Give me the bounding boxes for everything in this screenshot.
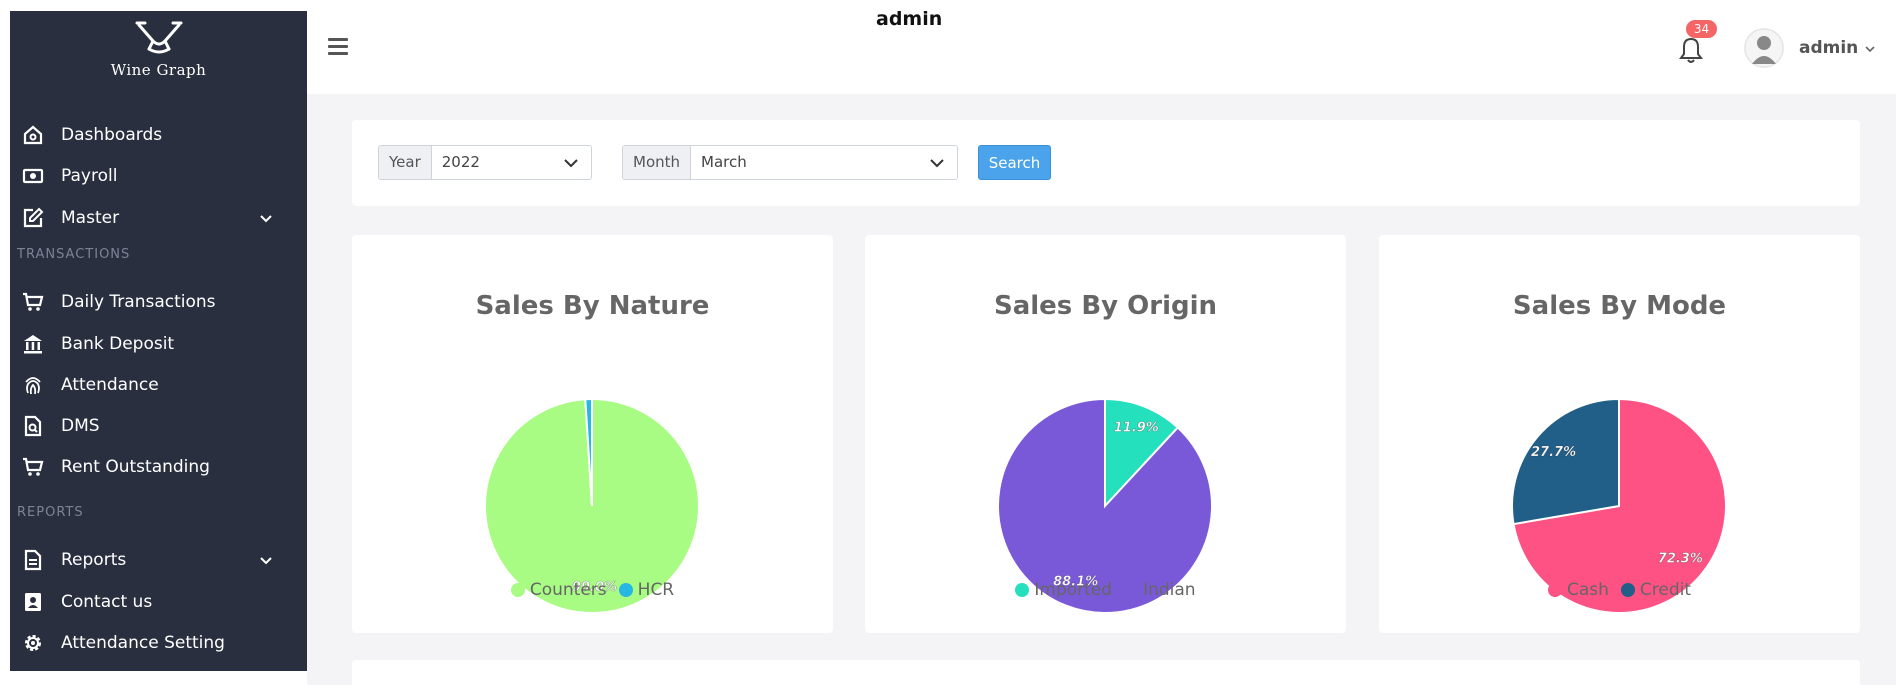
chart-card-nature: Sales By Nature 99.0% Counters HCR	[352, 235, 833, 633]
legend-label: Cash	[1566, 580, 1609, 600]
notification-badge: 34	[1686, 20, 1717, 38]
chart-legend: Counters HCR	[352, 580, 833, 600]
legend-item-imported[interactable]: Imported	[1015, 580, 1112, 600]
app-name: Wine Graph	[110, 61, 207, 79]
legend-swatch	[1015, 583, 1030, 597]
year-value[interactable]: 2022	[431, 146, 591, 179]
sidebar-item-attendance-setting[interactable]: Attendance Setting	[10, 626, 307, 660]
pie-value-label: 27.7%	[1531, 445, 1576, 460]
sidebar-item-label: DMS	[61, 416, 100, 436]
pie-chart: 11.9%88.1%	[997, 397, 1213, 614]
page-title: admin	[876, 8, 943, 30]
legend-swatch	[510, 583, 525, 597]
pie-value-label: 72.3%	[1658, 552, 1703, 567]
main-content: Year 2022 Month March Search Sales By Na…	[307, 94, 1896, 690]
chevron-down-icon	[564, 159, 578, 168]
legend-item-counters[interactable]: Counters	[510, 580, 607, 600]
sidebar-item-label: Attendance	[61, 375, 159, 395]
month-label: Month	[623, 146, 692, 179]
contact-card-icon	[22, 591, 44, 613]
sidebar-item-label: Bank Deposit	[61, 334, 175, 354]
legend-label: Indian	[1143, 580, 1196, 600]
menu-toggle-icon[interactable]	[328, 38, 348, 58]
section-header-reports: REPORTS	[17, 505, 84, 520]
sidebar-item-reports[interactable]: Reports	[10, 543, 307, 577]
sidebar-item-bank-deposit[interactable]: Bank Deposit	[10, 327, 307, 361]
document-icon	[22, 549, 44, 571]
legend-swatch	[1620, 583, 1635, 597]
legend-label: HCR	[637, 580, 675, 600]
sidebar-item-attendance[interactable]: Attendance	[10, 368, 307, 402]
top-bar: admin 34 admin	[307, 0, 1896, 94]
sidebar-item-label: Attendance Setting	[61, 633, 225, 653]
sidebar-item-dms[interactable]: DMS	[10, 409, 307, 443]
year-label: Year	[379, 146, 432, 179]
sidebar-item-label: Dashboards	[61, 125, 163, 145]
pie-slice-credit[interactable]	[1511, 397, 1620, 526]
legend-item-credit[interactable]: Credit	[1620, 580, 1692, 600]
sidebar-item-label: Daily Transactions	[61, 292, 216, 312]
pie-chart: 99.0%	[484, 397, 700, 614]
chart-legend: Cash Credit	[1379, 580, 1860, 600]
edit-icon	[22, 207, 44, 229]
sidebar-item-label: Master	[61, 208, 120, 228]
sidebar-item-label: Payroll	[61, 166, 118, 186]
home-icon	[22, 124, 44, 146]
sidebar-item-daily-transactions[interactable]: Daily Transactions	[10, 285, 307, 319]
fingerprint-icon	[22, 374, 44, 396]
cart-icon	[22, 291, 44, 313]
app-logo[interactable]: Wine Graph	[10, 19, 307, 79]
next-card	[352, 660, 1860, 690]
pie-value-label: 11.9%	[1114, 420, 1159, 435]
month-select[interactable]: Month March	[622, 145, 958, 180]
chart-card-origin: Sales By Origin 11.9% 88.1% Imported India…	[865, 235, 1346, 633]
year-select[interactable]: Year 2022	[378, 145, 592, 180]
filter-card: Year 2022 Month March Search	[352, 120, 1860, 206]
sidebar-item-contact-us[interactable]: Contact us	[10, 585, 307, 619]
chevron-down-icon[interactable]	[258, 210, 274, 226]
section-header-transactions: TRANSACTIONS	[17, 247, 131, 262]
chevron-down-icon[interactable]	[258, 552, 274, 568]
chevron-down-icon	[930, 159, 944, 168]
sidebar-item-label: Reports	[61, 550, 127, 570]
legend-label: Credit	[1639, 580, 1692, 600]
sidebar-item-label: Rent Outstanding	[61, 457, 210, 477]
chevron-down-icon[interactable]	[1864, 43, 1876, 55]
sidebar-item-master[interactable]: Master	[10, 201, 307, 235]
pie-chart: 72.3% 27.7%	[1511, 397, 1727, 614]
month-selected-value: March	[701, 153, 747, 171]
wine-glasses-logo-icon	[135, 21, 182, 54]
chart-legend: Imported Indian	[865, 580, 1346, 600]
legend-label: Imported	[1034, 580, 1113, 600]
chart-card-mode: Sales By Mode 72.3% 27.7% Cash Credit	[1379, 235, 1860, 633]
sidebar-item-payroll[interactable]: Payroll	[10, 159, 307, 193]
year-selected-value: 2022	[441, 153, 480, 171]
legend-item-cash[interactable]: Cash	[1547, 580, 1609, 600]
avatar[interactable]	[1744, 28, 1784, 68]
bank-icon	[22, 333, 44, 355]
search-button[interactable]: Search	[978, 145, 1051, 180]
sidebar-item-rent-outstanding[interactable]: Rent Outstanding	[10, 450, 307, 484]
legend-swatch	[1547, 583, 1562, 597]
sidebar-item-dashboards[interactable]: Dashboards	[10, 118, 307, 152]
file-search-icon	[22, 415, 44, 437]
sidebar: Wine Graph Dashboards Payroll Master TRA…	[10, 11, 307, 671]
user-name[interactable]: admin	[1799, 38, 1858, 58]
month-value[interactable]: March	[691, 146, 957, 179]
legend-item-hcr[interactable]: HCR	[618, 580, 675, 600]
money-icon	[22, 165, 44, 187]
sidebar-item-label: Contact us	[61, 592, 153, 612]
gear-icon	[22, 632, 44, 654]
user-avatar-icon	[1744, 28, 1784, 68]
cart-icon	[22, 456, 44, 478]
bell-icon[interactable]	[1678, 36, 1704, 64]
legend-swatch	[618, 583, 633, 597]
legend-item-indian[interactable]: Indian	[1124, 580, 1196, 600]
legend-label: Counters	[529, 580, 607, 600]
legend-swatch	[1124, 583, 1139, 597]
